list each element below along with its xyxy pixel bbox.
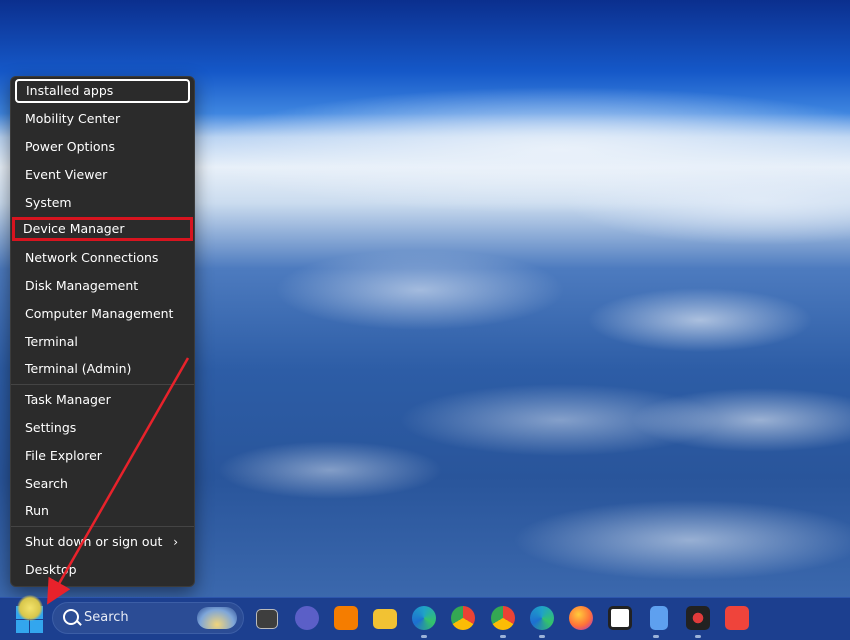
click-indicator xyxy=(17,595,43,621)
chrome-icon[interactable] xyxy=(451,606,475,630)
menu-item-desktop[interactable]: Desktop xyxy=(15,558,190,582)
menu-item-label: Computer Management xyxy=(25,306,174,321)
menu-item-label: Installed apps xyxy=(26,83,114,98)
recorder-icon[interactable] xyxy=(686,606,710,630)
m-app-icon[interactable] xyxy=(608,606,632,630)
menu-item-mobility-center[interactable]: Mobility Center xyxy=(15,107,190,131)
windows-logo-tile xyxy=(16,620,29,633)
menu-item-installed-apps[interactable]: Installed apps xyxy=(15,79,190,103)
menu-item-disk-management[interactable]: Disk Management xyxy=(15,274,190,298)
search-highlight-icon xyxy=(197,607,237,629)
menu-separator xyxy=(11,384,194,385)
running-indicator xyxy=(653,635,659,638)
search-icon xyxy=(63,609,79,625)
running-indicator xyxy=(500,635,506,638)
chrome-profile-icon[interactable] xyxy=(491,606,515,630)
menu-item-label: Desktop xyxy=(25,562,77,577)
menu-item-label: Search xyxy=(25,476,68,491)
menu-item-power-options[interactable]: Power Options xyxy=(15,135,190,159)
menu-item-label: Shut down or sign out xyxy=(25,534,163,549)
anydesk-icon[interactable] xyxy=(725,606,749,630)
notepad-icon[interactable] xyxy=(650,606,668,630)
menu-item-computer-management[interactable]: Computer Management xyxy=(15,302,190,326)
running-indicator xyxy=(695,635,701,638)
windows-logo-tile xyxy=(30,620,43,633)
running-indicator xyxy=(421,635,427,638)
menu-item-label: Settings xyxy=(25,420,77,435)
menu-separator xyxy=(11,526,194,527)
menu-item-label: Mobility Center xyxy=(25,111,121,126)
start-button[interactable] xyxy=(14,595,44,634)
file-explorer-icon[interactable] xyxy=(373,609,397,629)
menu-item-label: Power Options xyxy=(25,139,115,154)
taskbar: Search xyxy=(0,595,850,640)
menu-item-label: Terminal (Admin) xyxy=(25,361,132,376)
menu-item-device-manager[interactable]: Device Manager xyxy=(12,217,193,241)
menu-item-label: Terminal xyxy=(25,334,78,349)
menu-item-task-manager[interactable]: Task Manager xyxy=(15,388,190,412)
menu-item-label: Disk Management xyxy=(25,278,139,293)
edge-icon[interactable] xyxy=(412,606,436,630)
running-indicator xyxy=(539,635,545,638)
menu-item-shut-down-or-sign-out[interactable]: Shut down or sign out › xyxy=(15,530,190,554)
edge-beta-icon[interactable] xyxy=(530,606,554,630)
menu-item-settings[interactable]: Settings xyxy=(15,416,190,440)
menu-item-terminal-admin[interactable]: Terminal (Admin) xyxy=(15,357,190,381)
chevron-right-icon: › xyxy=(173,535,178,549)
menu-item-label: Task Manager xyxy=(25,392,111,407)
menu-item-search[interactable]: Search xyxy=(15,472,190,496)
menu-item-label: Run xyxy=(25,503,49,518)
menu-item-terminal[interactable]: Terminal xyxy=(15,330,190,354)
menu-item-label: System xyxy=(25,195,72,210)
menu-item-label: Device Manager xyxy=(23,221,125,236)
menu-item-file-explorer[interactable]: File Explorer xyxy=(15,444,190,468)
task-view-icon[interactable] xyxy=(256,609,278,629)
menu-item-run[interactable]: Run xyxy=(15,499,190,523)
menu-item-label: File Explorer xyxy=(25,448,102,463)
blogger-icon[interactable] xyxy=(334,606,358,630)
winx-context-menu: Installed apps Mobility Center Power Opt… xyxy=(10,76,195,587)
firefox-icon[interactable] xyxy=(569,606,593,630)
menu-item-label: Network Connections xyxy=(25,250,159,265)
taskbar-search-box[interactable]: Search xyxy=(52,602,244,634)
menu-item-event-viewer[interactable]: Event Viewer xyxy=(15,163,190,187)
menu-item-system[interactable]: System xyxy=(15,191,190,215)
meet-icon[interactable] xyxy=(295,606,319,630)
search-label: Search xyxy=(84,610,129,625)
menu-item-network-connections[interactable]: Network Connections xyxy=(15,246,190,270)
menu-item-label: Event Viewer xyxy=(25,167,108,182)
